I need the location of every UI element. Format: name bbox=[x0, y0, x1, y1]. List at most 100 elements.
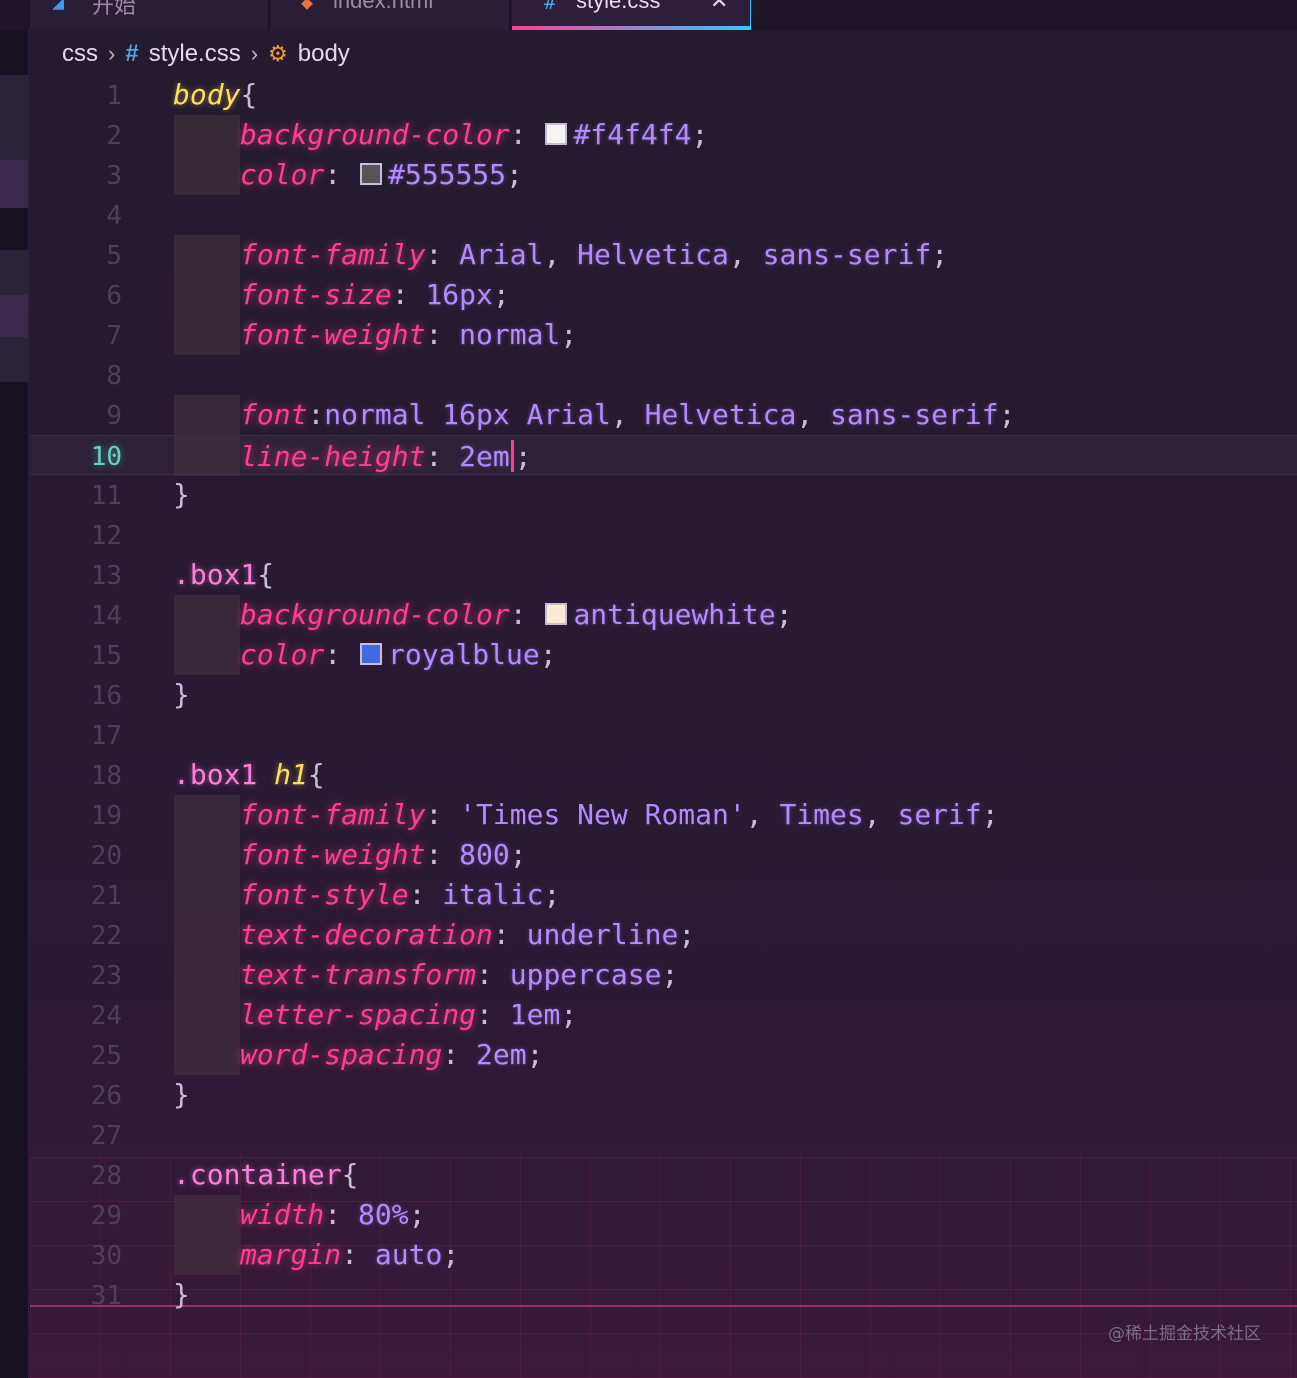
breadcrumb-file[interactable]: style.css bbox=[149, 40, 241, 68]
token-punc: { bbox=[307, 758, 325, 791]
code-line[interactable]: 2 background-color: #f4f4f4; bbox=[30, 115, 1297, 155]
color-swatch[interactable] bbox=[545, 603, 568, 625]
token-val: normal bbox=[459, 318, 561, 351]
code-line[interactable]: 19 font-family: 'Times New Roman', Times,… bbox=[30, 795, 1297, 835]
code-line[interactable]: 5 font-family: Arial, Helvetica, sans-ser… bbox=[30, 235, 1297, 275]
code-line[interactable]: 28 .container{ bbox=[30, 1155, 1297, 1195]
tab-start[interactable]: ◢ 开始 bbox=[30, 0, 269, 30]
activity-item-active[interactable] bbox=[0, 160, 28, 208]
css-hash-icon: # bbox=[544, 0, 557, 14]
code-text: } bbox=[173, 679, 190, 711]
line-number: 30 bbox=[90, 1241, 122, 1271]
line-number: 24 bbox=[90, 1001, 122, 1031]
line-number: 31 bbox=[90, 1281, 122, 1311]
indent-guide bbox=[174, 235, 240, 275]
line-number: 15 bbox=[90, 641, 122, 671]
color-swatch[interactable] bbox=[360, 643, 383, 665]
code-line[interactable]: 18 .box1 h1{ bbox=[30, 755, 1297, 795]
line-number: 22 bbox=[90, 921, 122, 951]
code-line[interactable]: 27 bbox=[30, 1115, 1297, 1155]
code-line[interactable]: 30 margin: auto; bbox=[30, 1235, 1297, 1275]
token-prop: text-decoration bbox=[240, 918, 493, 951]
token-prop: font-style bbox=[240, 878, 409, 911]
tab-index-html[interactable]: ◆ index.html bbox=[271, 0, 510, 30]
activity-item[interactable] bbox=[0, 250, 28, 295]
code-text: font:normal 16px Arial, Helvetica, sans-… bbox=[240, 399, 1015, 431]
code-text: font-style: italic; bbox=[240, 879, 560, 911]
activity-item[interactable] bbox=[0, 337, 28, 382]
code-line[interactable]: 6 font-size: 16px; bbox=[30, 275, 1297, 315]
token-punc: ; bbox=[560, 998, 578, 1031]
line-number: 4 bbox=[106, 201, 122, 231]
chevron-right-icon: › bbox=[250, 41, 259, 66]
token-val: underline bbox=[526, 918, 679, 951]
code-line[interactable]: 24 letter-spacing: 1em; bbox=[30, 995, 1297, 1035]
activity-item[interactable] bbox=[0, 75, 28, 160]
code-text: font-size: 16px; bbox=[240, 279, 510, 311]
token-val: 2em bbox=[459, 440, 510, 473]
code-line[interactable]: 22 text-decoration: underline; bbox=[30, 915, 1297, 955]
code-line[interactable]: 14 background-color: antiquewhite; bbox=[30, 595, 1297, 635]
token-punc: : bbox=[408, 878, 443, 911]
token-val: sans-serif bbox=[762, 238, 932, 271]
code-text: background-color: #f4f4f4; bbox=[240, 119, 708, 151]
color-swatch[interactable] bbox=[545, 123, 568, 145]
close-tab-icon[interactable]: ✕ bbox=[710, 0, 728, 14]
color-swatch[interactable] bbox=[360, 163, 383, 185]
code-line[interactable]: 31} bbox=[30, 1275, 1297, 1315]
token-punc: } bbox=[173, 1278, 190, 1311]
breadcrumb-folder[interactable]: css bbox=[62, 40, 98, 68]
token-prop: text-transform bbox=[240, 958, 477, 991]
token-punc: } bbox=[173, 1078, 190, 1111]
line-number: 27 bbox=[90, 1121, 122, 1151]
code-line[interactable]: 17 bbox=[30, 715, 1297, 755]
token-punc: , bbox=[796, 398, 831, 431]
tab-style-css[interactable]: # style.css ✕ bbox=[512, 0, 751, 30]
token-punc: , bbox=[863, 798, 898, 831]
token-val: #f4f4f4 bbox=[573, 118, 692, 151]
code-text: text-decoration: underline; bbox=[240, 919, 695, 951]
code-line[interactable]: 16} bbox=[30, 675, 1297, 715]
token-punc: : bbox=[425, 798, 460, 831]
line-number: 21 bbox=[90, 881, 122, 911]
code-editor[interactable]: 1 body{2 background-color: #f4f4f4; 3 color:… bbox=[30, 75, 1297, 1378]
code-line[interactable]: 26} bbox=[30, 1075, 1297, 1115]
code-line[interactable]: 15 color: royalblue; bbox=[30, 635, 1297, 675]
line-number: 16 bbox=[90, 681, 122, 711]
code-text: font-family: Arial, Helvetica, sans-seri… bbox=[240, 239, 948, 271]
code-text: margin: auto; bbox=[240, 1239, 459, 1271]
code-line[interactable]: 1 body{ bbox=[30, 75, 1297, 115]
code-line[interactable]: 7 font-weight: normal; bbox=[30, 315, 1297, 355]
line-number: 13 bbox=[90, 561, 122, 591]
code-line[interactable]: 4 bbox=[30, 195, 1297, 235]
token-prop: font-family bbox=[240, 238, 426, 271]
code-line[interactable]: 21 font-style: italic; bbox=[30, 875, 1297, 915]
line-number: 6 bbox=[106, 281, 122, 311]
token-val: auto bbox=[374, 1238, 443, 1271]
token-punc: } bbox=[173, 678, 190, 711]
code-line[interactable]: 20 font-weight: 800; bbox=[30, 835, 1297, 875]
code-text: .box1{ bbox=[173, 559, 274, 591]
code-text: text-transform: uppercase; bbox=[240, 959, 678, 991]
code-line[interactable]: 3 color: #555555; bbox=[30, 155, 1297, 195]
indent-guide bbox=[174, 395, 240, 435]
token-punc: { bbox=[257, 558, 275, 591]
token-punc: ; bbox=[775, 598, 793, 631]
indent-guide bbox=[174, 155, 240, 195]
code-line[interactable]: 11} bbox=[30, 475, 1297, 515]
code-line[interactable]: 10 line-height: 2em; bbox=[30, 435, 1297, 476]
activity-item[interactable] bbox=[0, 295, 28, 337]
breadcrumb-symbol[interactable]: body bbox=[298, 40, 350, 68]
indent-guide bbox=[174, 595, 240, 635]
code-line[interactable]: 13 .box1{ bbox=[30, 555, 1297, 595]
code-line[interactable]: 9 font:normal 16px Arial, Helvetica, sans… bbox=[30, 395, 1297, 435]
code-line[interactable]: 29 width: 80%; bbox=[30, 1195, 1297, 1235]
code-line[interactable]: 23 text-transform: uppercase; bbox=[30, 955, 1297, 995]
code-line[interactable]: 12 bbox=[30, 515, 1297, 555]
indent-guide bbox=[174, 635, 240, 675]
token-val: antiquewhite bbox=[573, 598, 776, 631]
code-line[interactable]: 8 bbox=[30, 355, 1297, 395]
breadcrumb: css › # style.css › ⚙ body bbox=[62, 38, 350, 70]
code-line[interactable]: 25 word-spacing: 2em; bbox=[30, 1035, 1297, 1075]
line-number: 29 bbox=[90, 1201, 122, 1231]
